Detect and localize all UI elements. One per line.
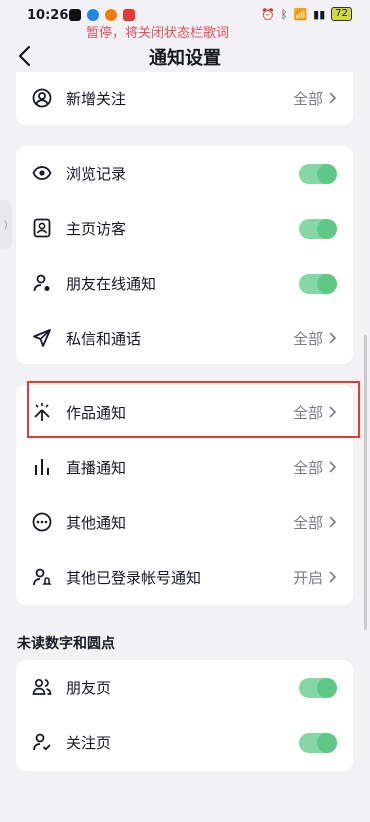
friends-page-toggle[interactable]: [299, 678, 337, 698]
status-app-icons: [69, 9, 135, 21]
status-right-icons: ⏰ ᛒ 📶 ▮▮ 72: [261, 7, 352, 21]
row-label: 其他已登录帐号通知: [66, 569, 202, 587]
following-page-toggle[interactable]: [299, 733, 337, 753]
row-label: 朋友页: [66, 679, 112, 697]
row-new-follow[interactable]: 新增关注 全部: [16, 72, 353, 125]
card-privacy: 浏览记录 主页访客 朋友在线通知 私信和通话 全部: [16, 146, 353, 364]
row-label: 其他通知: [66, 514, 127, 532]
bar-chart-icon: [32, 457, 52, 477]
bluetooth-icon: ᛒ: [280, 7, 288, 21]
user-bell-icon: [32, 567, 52, 587]
signal-icon: ▮▮: [313, 7, 326, 21]
chevron-left-icon: [18, 45, 31, 67]
row-value: 全部: [292, 459, 323, 477]
row-messages-calls[interactable]: 私信和通话 全部: [16, 311, 353, 364]
row-friend-online[interactable]: 朋友在线通知: [16, 256, 353, 311]
back-button[interactable]: [14, 42, 38, 70]
row-value: 开启: [292, 569, 323, 587]
row-other-account-notification[interactable]: 其他已登录帐号通知 开启: [16, 550, 353, 605]
row-label: 新增关注: [66, 90, 127, 108]
chevron-right-icon: [328, 515, 337, 529]
row-value: 全部: [292, 90, 323, 108]
nav-bar: 通知设置: [0, 38, 370, 74]
row-friends-page[interactable]: 朋友页: [16, 660, 353, 715]
send-icon: [32, 328, 52, 348]
section-title-unread: 未读数字和圆点: [17, 636, 115, 652]
user-online-icon: [32, 273, 52, 293]
friend-online-toggle[interactable]: [299, 274, 337, 294]
row-label: 主页访客: [66, 220, 127, 238]
page-title: 通知设置: [149, 48, 221, 69]
row-other-notification[interactable]: 其他通知 全部: [16, 495, 353, 550]
row-profile-visitors[interactable]: 主页访客: [16, 201, 353, 256]
chevron-right-icon: [328, 91, 337, 105]
card-unread: 朋友页 关注页: [16, 660, 353, 771]
row-label: 浏览记录: [66, 165, 127, 183]
more-circle-icon: [32, 512, 52, 532]
friends-icon: [32, 677, 52, 697]
scrollbar[interactable]: [364, 335, 367, 630]
chevron-right-icon: [328, 460, 337, 474]
tiktok-app-icon: [69, 9, 81, 21]
row-label: 关注页: [66, 734, 112, 752]
chevron-right-icon: [328, 570, 337, 584]
wifi-icon: 📶: [293, 7, 308, 21]
row-label: 朋友在线通知: [66, 275, 157, 293]
row-label: 直播通知: [66, 459, 127, 477]
status-time: 10:26: [27, 8, 69, 23]
card-follow: 新增关注 全部: [16, 72, 353, 125]
row-label: 私信和通话: [66, 330, 142, 348]
chevron-right-icon: [328, 331, 337, 345]
profile-card-icon: [32, 218, 52, 238]
eye-icon: [32, 163, 52, 183]
status-bar: 10:26 暂停，将关闭状态栏歌词 ⏰ ᛒ 📶 ▮▮ 72: [0, 0, 370, 41]
weibo-app-icon: [105, 9, 117, 21]
alarm-icon: ⏰: [261, 7, 275, 21]
info-app-icon: [87, 9, 99, 21]
row-browse-history[interactable]: 浏览记录: [16, 146, 353, 201]
row-value: 全部: [292, 330, 323, 348]
browse-history-toggle[interactable]: [299, 164, 337, 184]
row-value: 全部: [292, 514, 323, 532]
highlight-box: [27, 381, 360, 438]
user-circle-icon: [32, 88, 52, 108]
row-live-notification[interactable]: 直播通知 全部: [16, 440, 353, 495]
battery-indicator: 72: [331, 7, 352, 21]
row-following-page[interactable]: 关注页: [16, 715, 353, 770]
profile-visitors-toggle[interactable]: [299, 219, 337, 239]
side-handle[interactable]: ⟩: [0, 200, 12, 250]
user-check-icon: [32, 732, 52, 752]
video-app-icon: [123, 9, 135, 21]
